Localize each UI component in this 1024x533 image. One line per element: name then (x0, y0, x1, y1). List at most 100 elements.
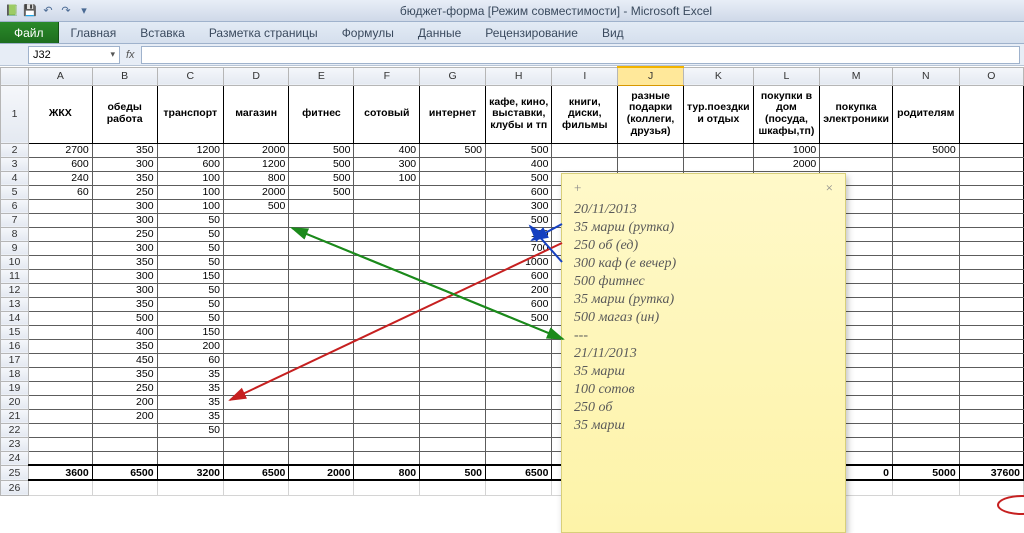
cell-D1[interactable]: магазин (224, 85, 289, 143)
cell-E9[interactable] (289, 241, 354, 255)
cell-H18[interactable] (486, 367, 552, 381)
cell-H10[interactable]: 1000 (486, 255, 552, 269)
cell-A11[interactable] (29, 269, 93, 283)
cell-G7[interactable] (420, 213, 486, 227)
cell-G9[interactable] (420, 241, 486, 255)
cell-C18[interactable]: 35 (157, 367, 223, 381)
cell-D8[interactable] (224, 227, 289, 241)
cell-G21[interactable] (420, 409, 486, 423)
cell-F18[interactable] (354, 367, 420, 381)
cell-B13[interactable]: 350 (92, 297, 157, 311)
cell-A18[interactable] (29, 367, 93, 381)
cell-O21[interactable] (959, 409, 1023, 423)
cell-D17[interactable] (224, 353, 289, 367)
row-header-24[interactable]: 24 (1, 451, 29, 465)
col-header-I[interactable]: I (552, 67, 618, 85)
cell-G23[interactable] (420, 437, 486, 451)
cell-C19[interactable]: 35 (157, 381, 223, 395)
col-header-H[interactable]: H (486, 67, 552, 85)
cell-H11[interactable]: 600 (486, 269, 552, 283)
col-header-D[interactable]: D (224, 67, 289, 85)
row-header-14[interactable]: 14 (1, 311, 29, 325)
cell-F2[interactable]: 400 (354, 143, 420, 157)
cell-H22[interactable] (486, 423, 552, 437)
cell-H19[interactable] (486, 381, 552, 395)
cell-N9[interactable] (892, 241, 959, 255)
redo-icon[interactable]: ↷ (58, 3, 74, 19)
cell-G16[interactable] (420, 339, 486, 353)
cell-B2[interactable]: 350 (92, 143, 157, 157)
sticky-close-icon[interactable]: × (826, 180, 833, 196)
name-box[interactable]: J32 ▾ (28, 46, 120, 64)
cell-O12[interactable] (959, 283, 1023, 297)
cell-B23[interactable] (92, 437, 157, 451)
row-header-6[interactable]: 6 (1, 199, 29, 213)
cell-A12[interactable] (29, 283, 93, 297)
row-header-9[interactable]: 9 (1, 241, 29, 255)
qat-dropdown-icon[interactable]: ▾ (76, 3, 92, 19)
cell-D21[interactable] (224, 409, 289, 423)
cell-H16[interactable] (486, 339, 552, 353)
cell-A9[interactable] (29, 241, 93, 255)
cell-O16[interactable] (959, 339, 1023, 353)
save-icon[interactable]: 💾 (22, 3, 38, 19)
tab-insert[interactable]: Вставка (128, 22, 197, 43)
cell-N14[interactable] (892, 311, 959, 325)
cell-O8[interactable] (959, 227, 1023, 241)
cell-B22[interactable] (92, 423, 157, 437)
cell-H23[interactable] (486, 437, 552, 451)
tab-home[interactable]: Главная (59, 22, 129, 43)
cell-N13[interactable] (892, 297, 959, 311)
cell-C21[interactable]: 35 (157, 409, 223, 423)
cell-N26[interactable] (892, 480, 959, 495)
col-header-C[interactable]: C (157, 67, 223, 85)
file-tab[interactable]: Файл (0, 22, 59, 43)
cell-B4[interactable]: 350 (92, 171, 157, 185)
cell-B10[interactable]: 350 (92, 255, 157, 269)
cell-C1[interactable]: транспорт (157, 85, 223, 143)
row-header-10[interactable]: 10 (1, 255, 29, 269)
cell-K1[interactable]: тур.поездки и отдых (684, 85, 754, 143)
cell-G8[interactable] (420, 227, 486, 241)
row-header-20[interactable]: 20 (1, 395, 29, 409)
cell-E2[interactable]: 500 (289, 143, 354, 157)
cell-G3[interactable] (420, 157, 486, 171)
cell-E22[interactable] (289, 423, 354, 437)
cell-G18[interactable] (420, 367, 486, 381)
cell-B15[interactable]: 400 (92, 325, 157, 339)
cell-F9[interactable] (354, 241, 420, 255)
cell-D13[interactable] (224, 297, 289, 311)
cell-N25[interactable]: 5000 (892, 465, 959, 480)
cell-A14[interactable] (29, 311, 93, 325)
cell-E11[interactable] (289, 269, 354, 283)
cell-O9[interactable] (959, 241, 1023, 255)
cell-B21[interactable]: 200 (92, 409, 157, 423)
row-header-11[interactable]: 11 (1, 269, 29, 283)
cell-I2[interactable] (552, 143, 618, 157)
row-header-4[interactable]: 4 (1, 171, 29, 185)
col-header-M[interactable]: M (820, 67, 893, 85)
cell-H21[interactable] (486, 409, 552, 423)
col-header-O[interactable]: O (959, 67, 1023, 85)
cell-F8[interactable] (354, 227, 420, 241)
cell-D10[interactable] (224, 255, 289, 269)
cell-H20[interactable] (486, 395, 552, 409)
cell-N10[interactable] (892, 255, 959, 269)
cell-F10[interactable] (354, 255, 420, 269)
cell-C16[interactable]: 200 (157, 339, 223, 353)
cell-A2[interactable]: 2700 (29, 143, 93, 157)
cell-D6[interactable]: 500 (224, 199, 289, 213)
cell-F16[interactable] (354, 339, 420, 353)
col-header-E[interactable]: E (289, 67, 354, 85)
cell-O2[interactable] (959, 143, 1023, 157)
undo-icon[interactable]: ↶ (40, 3, 56, 19)
cell-E21[interactable] (289, 409, 354, 423)
cell-C14[interactable]: 50 (157, 311, 223, 325)
cell-H26[interactable] (486, 480, 552, 495)
row-header-19[interactable]: 19 (1, 381, 29, 395)
cell-N15[interactable] (892, 325, 959, 339)
cell-N22[interactable] (892, 423, 959, 437)
col-header-B[interactable]: B (92, 67, 157, 85)
cell-C2[interactable]: 1200 (157, 143, 223, 157)
cell-D14[interactable] (224, 311, 289, 325)
